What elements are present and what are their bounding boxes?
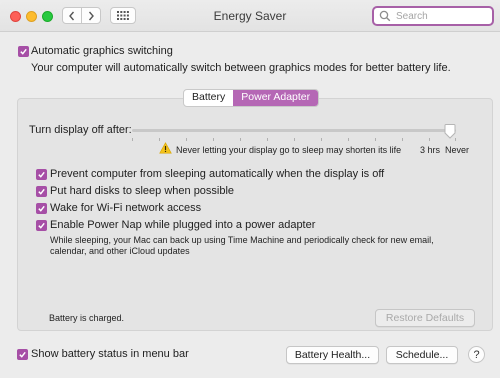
energy-saver-window: Energy Saver Automatic graphics switchin… xyxy=(0,0,500,378)
title-bar: Energy Saver xyxy=(0,0,500,32)
disk-sleep-label: Put hard disks to sleep when possible xyxy=(50,185,235,197)
power-nap-description-line2: calendar, and other iCloud updates xyxy=(50,246,190,256)
checkmark-icon xyxy=(19,351,26,358)
checkmark-icon xyxy=(38,222,45,229)
wake-wifi-label: Wake for Wi-Fi network access xyxy=(50,202,202,214)
power-nap-description-line1: While sleeping, your Mac can back up usi… xyxy=(50,235,434,245)
wake-wifi-checkbox[interactable] xyxy=(36,203,47,214)
help-button[interactable]: ? xyxy=(468,346,485,363)
power-nap-checkbox[interactable] xyxy=(36,220,47,231)
display-sleep-slider[interactable] xyxy=(132,129,456,132)
battery-health-button[interactable]: Battery Health... xyxy=(286,346,379,364)
search-input[interactable] xyxy=(394,9,488,23)
disk-sleep-checkbox[interactable] xyxy=(36,186,47,197)
prevent-sleep-checkbox[interactable] xyxy=(36,169,47,180)
show-battery-status-checkbox[interactable] xyxy=(17,349,28,360)
segmented-control: Battery Power Adapter xyxy=(183,89,320,107)
warning-icon xyxy=(159,142,172,154)
tick-label-never: Never xyxy=(445,145,470,155)
tab-battery[interactable]: Battery xyxy=(184,90,233,106)
schedule-button[interactable]: Schedule... xyxy=(386,346,458,364)
checkmark-icon xyxy=(38,171,45,178)
checkmark-icon xyxy=(38,205,45,212)
tick-label-3hrs: 3 hrs xyxy=(420,145,441,155)
auto-graphics-description: Your computer will automatically switch … xyxy=(31,62,451,74)
slider-ticks xyxy=(132,138,456,142)
prevent-sleep-label: Prevent computer from sleeping automatic… xyxy=(50,168,385,180)
search-icon xyxy=(379,10,391,22)
slider-thumb[interactable] xyxy=(444,124,456,139)
auto-graphics-checkbox[interactable] xyxy=(18,46,29,57)
checkmark-icon xyxy=(38,188,45,195)
tab-power-adapter[interactable]: Power Adapter xyxy=(233,90,319,106)
checkmark-icon xyxy=(20,48,27,55)
auto-graphics-label: Automatic graphics switching xyxy=(31,45,173,57)
show-battery-status-label: Show battery status in menu bar xyxy=(31,348,189,360)
power-nap-label: Enable Power Nap while plugged into a po… xyxy=(50,219,316,231)
display-sleep-label: Turn display off after: xyxy=(29,124,132,136)
restore-defaults-button[interactable]: Restore Defaults xyxy=(375,309,475,327)
battery-status-text: Battery is charged. xyxy=(49,313,125,323)
display-sleep-warning: Never letting your display go to sleep m… xyxy=(176,145,402,155)
search-field[interactable] xyxy=(372,6,494,26)
